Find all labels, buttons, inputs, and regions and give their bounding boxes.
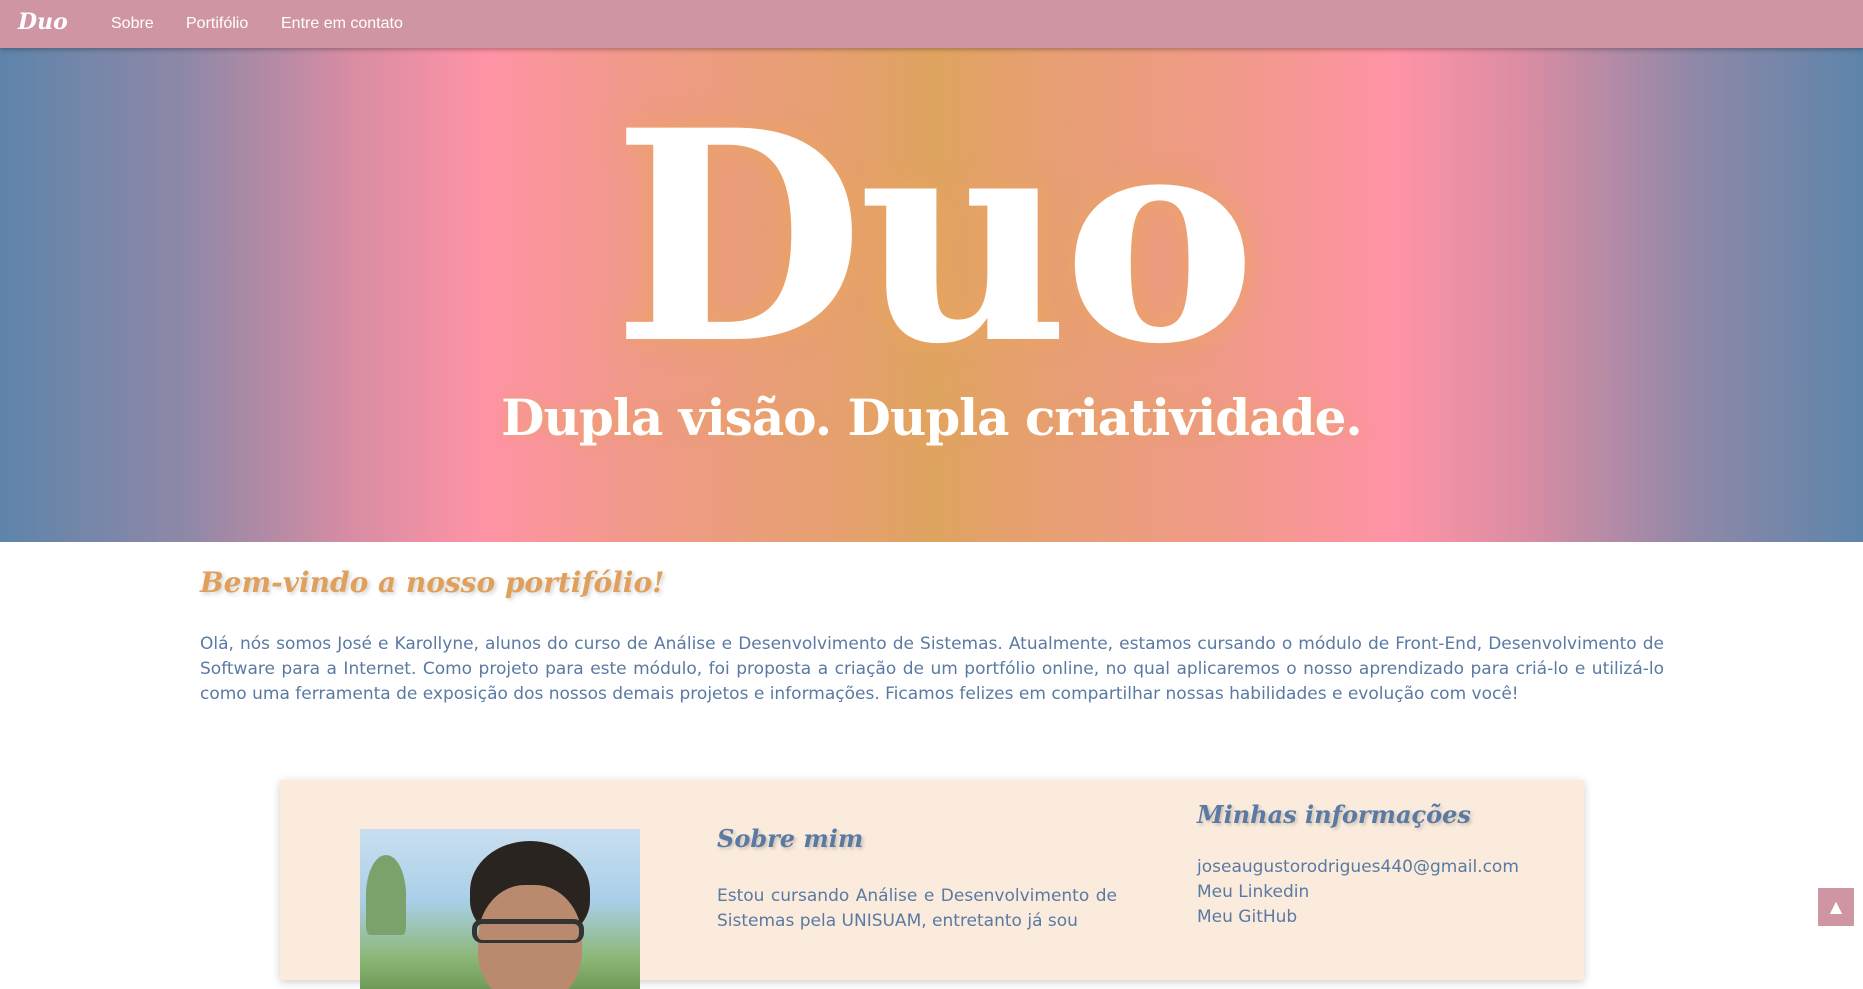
welcome-text: Olá, nós somos José e Karollyne, alunos … [200,634,1664,704]
linkedin-link[interactable]: Meu Linkedin [1197,882,1309,902]
profile-card: Sobre mim Estou cursando Análise e Desen… [280,780,1584,989]
nav-link-portifolio[interactable]: Portifólio [186,15,248,33]
info-linkedin: Meu Linkedin [1197,880,1519,905]
welcome-title: Bem-vindo a nosso portifólio! [200,566,665,599]
photo-glasses [472,919,584,943]
photo-tree [366,855,406,935]
info-email: joseaugustorodrigues440@gmail.com [1197,855,1519,880]
about-text: Estou cursando Análise e Desenvolvimento… [717,886,1117,931]
back-to-top-button[interactable]: ▲ [1818,888,1854,926]
info-github: Meu GitHub [1197,905,1519,930]
hero-banner: Duo Dupla visão. Dupla criatividade. [0,48,1863,542]
github-link[interactable]: Meu GitHub [1197,907,1297,927]
nav-link-contato[interactable]: Entre em contato [281,15,403,33]
info-title: Minhas informações [1197,800,1471,829]
email-link[interactable]: joseaugustorodrigues440@gmail.com [1197,857,1519,877]
nav-link-sobre[interactable]: Sobre [111,15,154,33]
hero-subtitle: Dupla visão. Dupla criatividade. [501,388,1363,447]
arrow-up-icon: ▲ [1829,897,1843,916]
brand-logo[interactable]: Duo [18,9,68,35]
about-title: Sobre mim [717,824,864,853]
navbar: Duo Sobre Portifólio Entre em contato [0,0,1863,48]
profile-photo [360,829,640,989]
info-list: joseaugustorodrigues440@gmail.com Meu Li… [1197,855,1519,930]
hero-title: Duo [612,68,1257,408]
